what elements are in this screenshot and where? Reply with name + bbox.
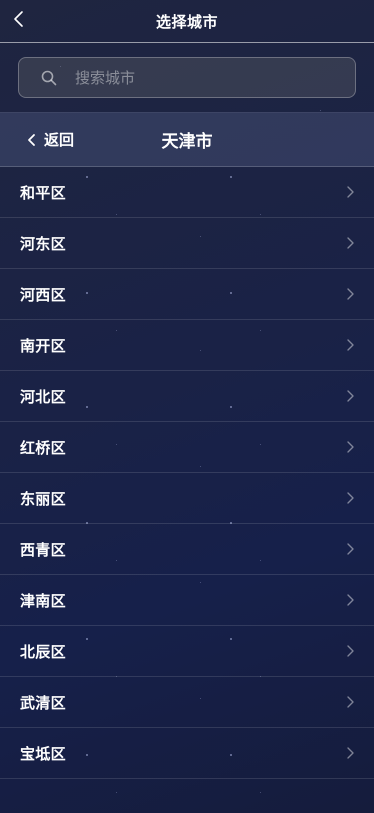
district-item-nankai[interactable]: 南开区 (0, 320, 374, 371)
district-label: 南开区 (20, 336, 66, 355)
back-button[interactable]: 返回 (26, 113, 74, 166)
back-arrow-icon[interactable] (10, 10, 28, 28)
chevron-right-icon (347, 441, 354, 453)
district-list: 和平区 河东区 河西区 南开区 河北区 红桥区 东丽区 西青区 津南区 北辰区 … (0, 167, 374, 779)
district-label: 北辰区 (20, 642, 66, 661)
chevron-right-icon (347, 390, 354, 402)
search-container (0, 43, 374, 112)
chevron-right-icon (347, 747, 354, 759)
city-name: 天津市 (161, 132, 213, 152)
top-bar: 选择城市 (0, 0, 374, 43)
district-item-heping[interactable]: 和平区 (0, 167, 374, 218)
district-label: 河西区 (20, 285, 66, 304)
chevron-right-icon (347, 696, 354, 708)
district-item-hongqiao[interactable]: 红桥区 (0, 422, 374, 473)
district-label: 河北区 (20, 387, 66, 406)
chevron-right-icon (347, 645, 354, 657)
search-icon (41, 70, 57, 85)
district-item-hedong[interactable]: 河东区 (0, 218, 374, 269)
chevron-right-icon (347, 594, 354, 606)
chevron-right-icon (347, 492, 354, 504)
search-input[interactable] (73, 67, 355, 88)
chevron-left-icon (28, 133, 35, 146)
district-item-dongli[interactable]: 东丽区 (0, 473, 374, 524)
district-item-baodi[interactable]: 宝坻区 (0, 728, 374, 779)
district-item-beichen[interactable]: 北辰区 (0, 626, 374, 677)
back-label: 返回 (44, 131, 75, 149)
district-item-hexi[interactable]: 河西区 (0, 269, 374, 320)
chevron-right-icon (347, 186, 354, 198)
district-label: 津南区 (20, 591, 66, 610)
district-label: 西青区 (20, 540, 66, 559)
district-item-jinnan[interactable]: 津南区 (0, 575, 374, 626)
district-item-hebei[interactable]: 河北区 (0, 371, 374, 422)
chevron-right-icon (347, 288, 354, 300)
district-label: 宝坻区 (20, 744, 66, 763)
page-title: 选择城市 (155, 12, 218, 31)
chevron-right-icon (347, 237, 354, 249)
district-item-wuqing[interactable]: 武清区 (0, 677, 374, 728)
district-item-xiqing[interactable]: 西青区 (0, 524, 374, 575)
district-label: 红桥区 (20, 438, 66, 457)
chevron-right-icon (347, 543, 354, 555)
chevron-right-icon (347, 339, 354, 351)
city-header: 返回 天津市 (0, 112, 374, 167)
district-label: 和平区 (20, 183, 66, 202)
district-label: 武清区 (20, 693, 66, 712)
district-label: 河东区 (20, 234, 66, 253)
district-label: 东丽区 (20, 489, 66, 508)
search-box[interactable] (18, 57, 356, 98)
